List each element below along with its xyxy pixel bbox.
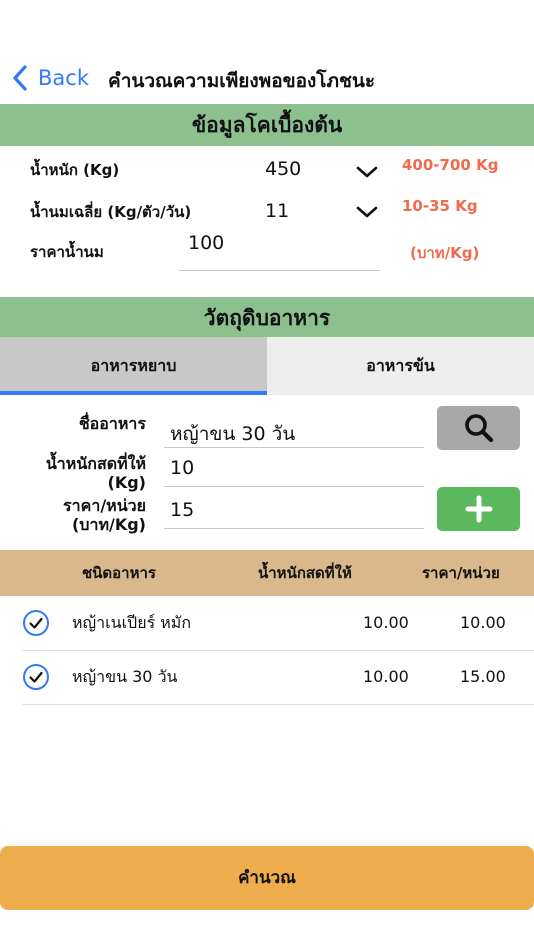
food-name-label: ชื่ออาหาร (78, 414, 146, 433)
weight-range: 400-700 Kg (402, 156, 499, 174)
tab-indicator (0, 391, 267, 395)
basic-info-header: ข้อมูลโคเบื้องต้น (0, 104, 534, 146)
column-fresh-weight: น้ำหนักสดที่ให้ (258, 564, 352, 582)
tab-roughage-label: อาหารหยาบ (90, 356, 177, 375)
chevron-down-icon[interactable] (356, 165, 378, 179)
search-icon (464, 414, 493, 443)
unit-price-label: ราคา/หน่วย (บาท/Kg) (20, 496, 146, 534)
milk-price-input[interactable]: 100 (188, 232, 224, 254)
milk-range: 10-35 Kg (402, 197, 478, 215)
table-header: ชนิดอาหาร น้ำหนักสดที่ให้ ราคา/หน่วย (0, 550, 534, 596)
milk-price-label: ราคาน้ำนม (30, 243, 104, 261)
back-button[interactable]: Back (10, 62, 89, 94)
page-title: คำนวณความเพียงพอของโภชนะ (108, 70, 376, 92)
milk-label: น้ำนมเฉลี่ย (Kg/ตัว/วัน) (30, 203, 192, 221)
chevron-down-icon[interactable] (356, 205, 378, 219)
column-unit-price: ราคา/หน่วย (422, 564, 500, 582)
fresh-weight-label: น้ำหนักสดที่ให้ (Kg) (20, 454, 146, 492)
add-button[interactable] (437, 487, 520, 531)
unit-price-label-line1: ราคา/หน่วย (63, 496, 146, 515)
row-unit-price: 15.00 (460, 667, 506, 686)
milk-value[interactable]: 11 (265, 200, 289, 222)
column-food-type: ชนิดอาหาร (82, 564, 156, 582)
fresh-weight-underline (164, 486, 424, 487)
unit-price-label-line2: (บาท/Kg) (71, 515, 146, 534)
fresh-weight-label-line2: (Kg) (107, 473, 146, 492)
table-row[interactable]: หญ้าเนเปียร์ หมัก 10.00 10.00 (22, 596, 534, 651)
fresh-weight-label-line1: น้ำหนักสดที่ให้ (45, 454, 146, 473)
calculate-button[interactable]: คำนวณ (0, 846, 534, 910)
fresh-weight-input[interactable]: 10 (170, 457, 194, 479)
plus-icon (465, 495, 492, 523)
tab-roughage[interactable]: อาหารหยาบ (0, 337, 267, 395)
row-unit-price: 10.00 (460, 613, 506, 632)
chevron-left-icon (13, 65, 27, 91)
table-row[interactable]: หญ้าขน 30 วัน 10.00 15.00 (22, 650, 534, 705)
row-fresh-weight: 10.00 (363, 667, 409, 686)
food-name-input[interactable]: หญ้าขน 30 วัน (170, 419, 295, 449)
unit-price-underline (164, 528, 424, 529)
food-name-underline (164, 447, 424, 448)
weight-label: น้ำหนัก (Kg) (30, 161, 120, 179)
row-food-name: หญ้าขน 30 วัน (72, 667, 178, 686)
navigation-bar: Back คำนวณความเพียงพอของโภชนะ (0, 52, 534, 104)
search-button[interactable] (437, 406, 520, 450)
milk-price-underline (179, 270, 380, 271)
feed-header: วัตถุดิบอาหาร (0, 297, 534, 339)
check-circle-icon[interactable] (22, 609, 50, 637)
row-fresh-weight: 10.00 (363, 613, 409, 632)
unit-price-input[interactable]: 15 (170, 499, 194, 521)
check-circle-icon[interactable] (22, 663, 50, 691)
weight-value[interactable]: 450 (265, 158, 301, 180)
feed-tabs: อาหารหยาบ อาหารข้น (0, 337, 534, 395)
milk-price-unit: (บาท/Kg) (410, 244, 480, 262)
tab-concentrate-label: อาหารข้น (366, 356, 435, 375)
back-label: Back (38, 66, 89, 90)
row-food-name: หญ้าเนเปียร์ หมัก (72, 613, 192, 632)
tab-concentrate[interactable]: อาหารข้น (267, 337, 534, 395)
